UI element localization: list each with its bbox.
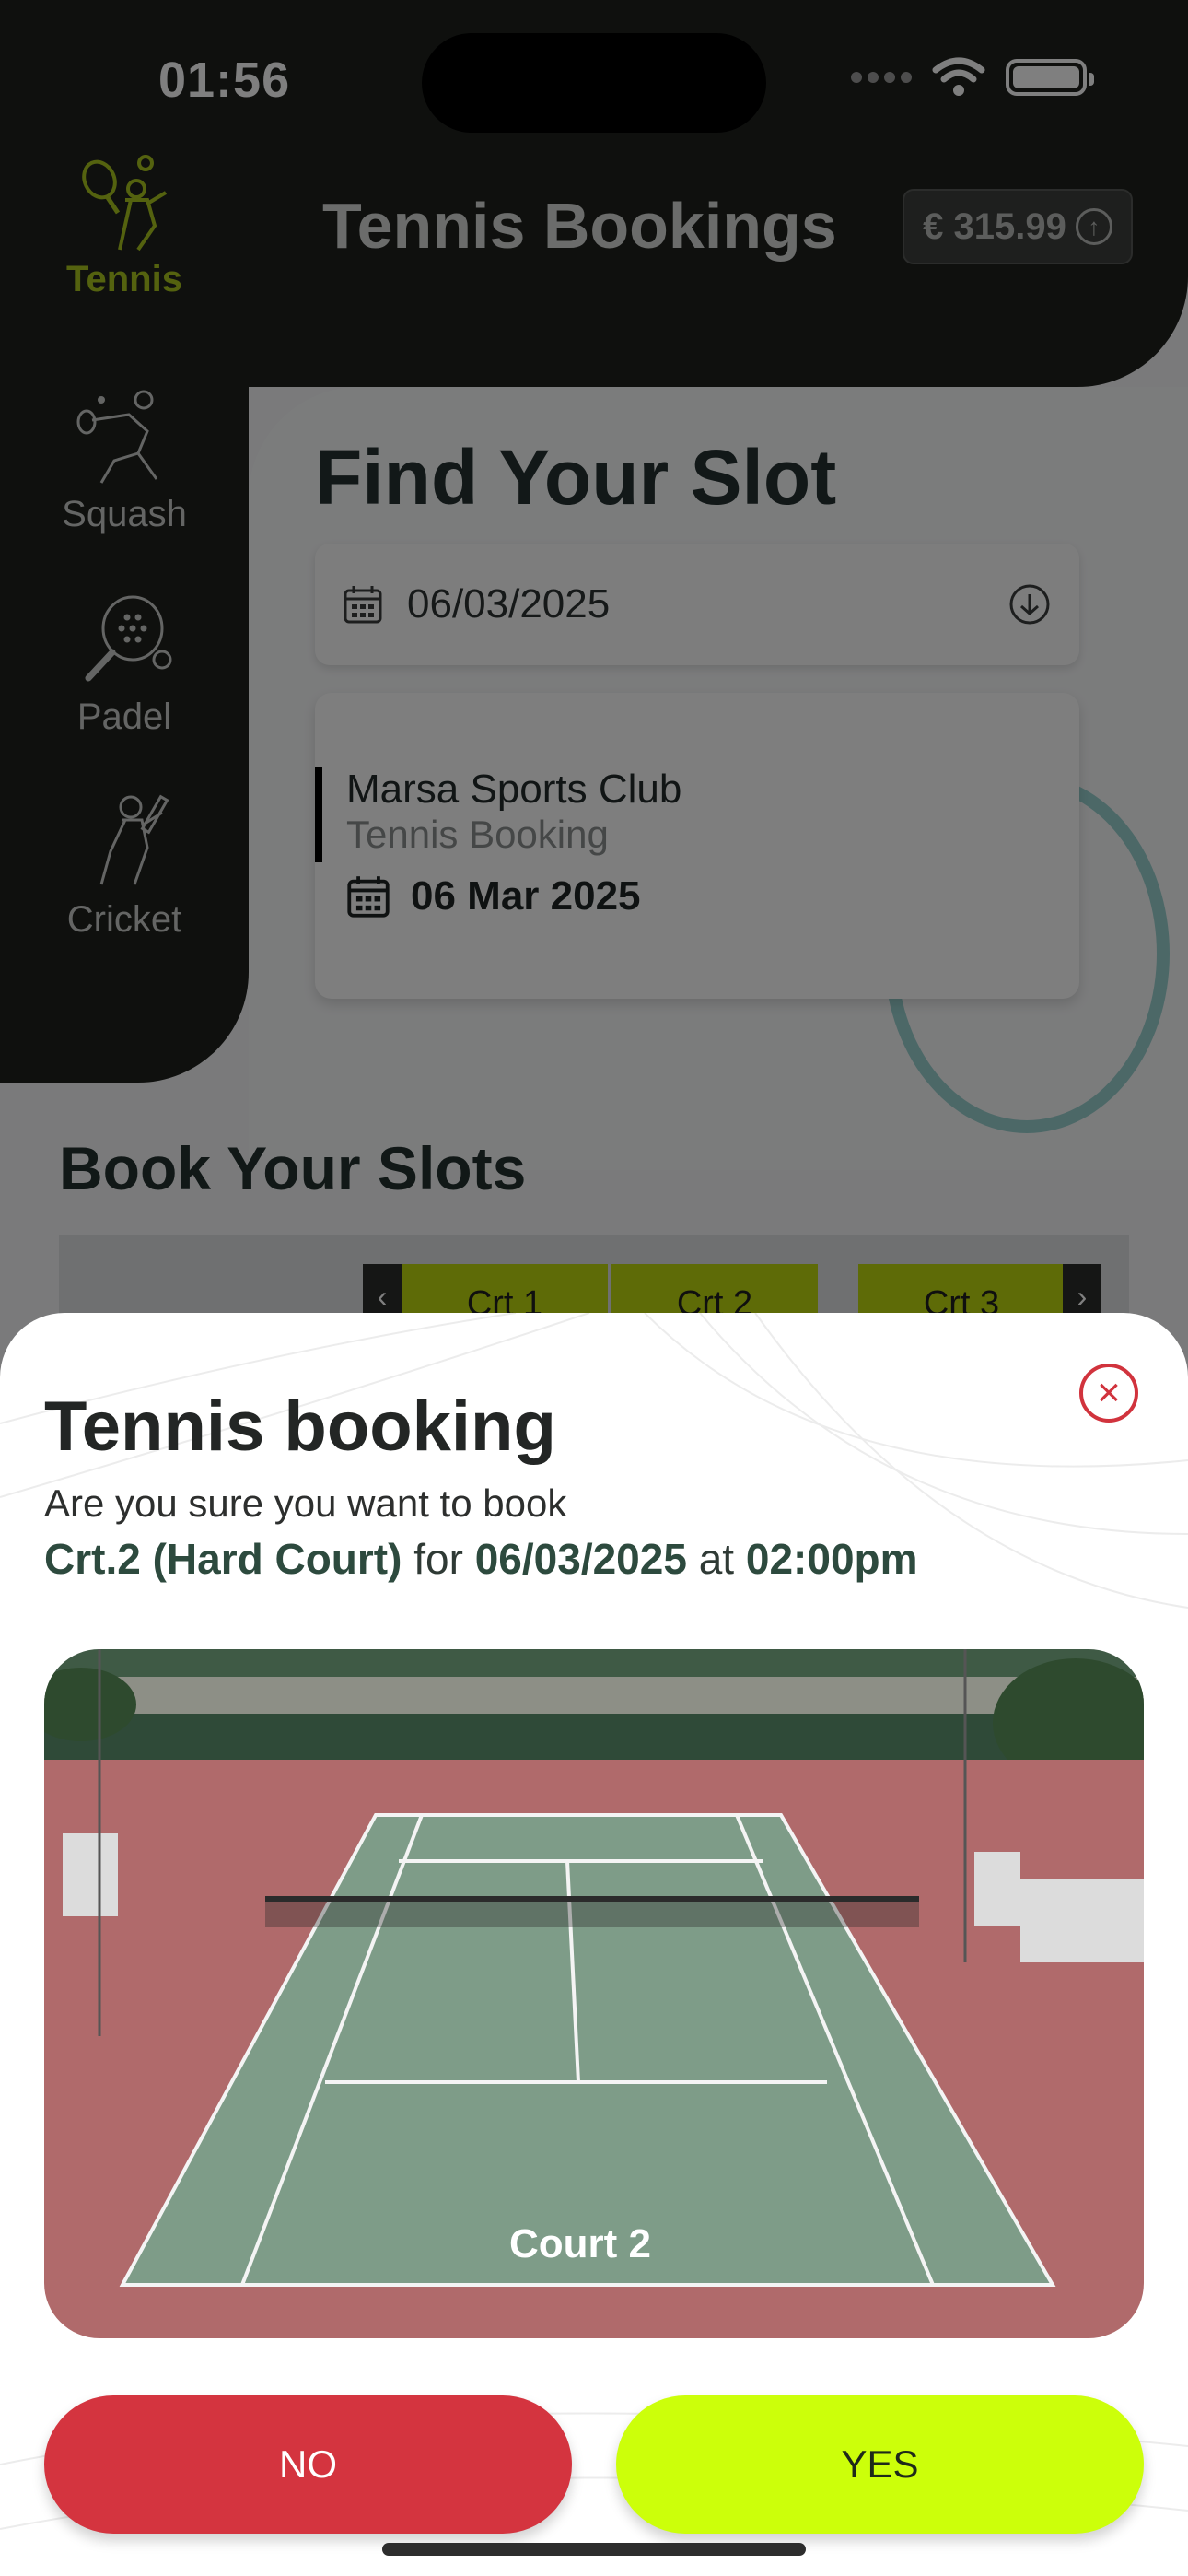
booking-details: Crt.2 (Hard Court) for 06/03/2025 at 02:… <box>44 1534 918 1584</box>
modal-title: Tennis booking <box>44 1388 556 1466</box>
booking-time: 02:00pm <box>745 1535 918 1583</box>
booking-date: 06/03/2025 <box>474 1535 687 1583</box>
at-text: at <box>698 1535 735 1583</box>
close-button[interactable]: × <box>1079 1364 1138 1423</box>
court-name: Crt.2 (Hard Court) <box>44 1535 402 1583</box>
no-button[interactable]: NO <box>44 2395 572 2534</box>
yes-button[interactable]: YES <box>616 2395 1144 2534</box>
for-text: for <box>413 1535 463 1583</box>
modal-question: Are you sure you want to book <box>44 1481 567 1525</box>
court-photo: Court 2 <box>44 1649 1144 2338</box>
court-photo-label: Court 2 <box>509 2221 651 2266</box>
close-icon: × <box>1097 1370 1121 1415</box>
home-indicator <box>382 2543 806 2556</box>
